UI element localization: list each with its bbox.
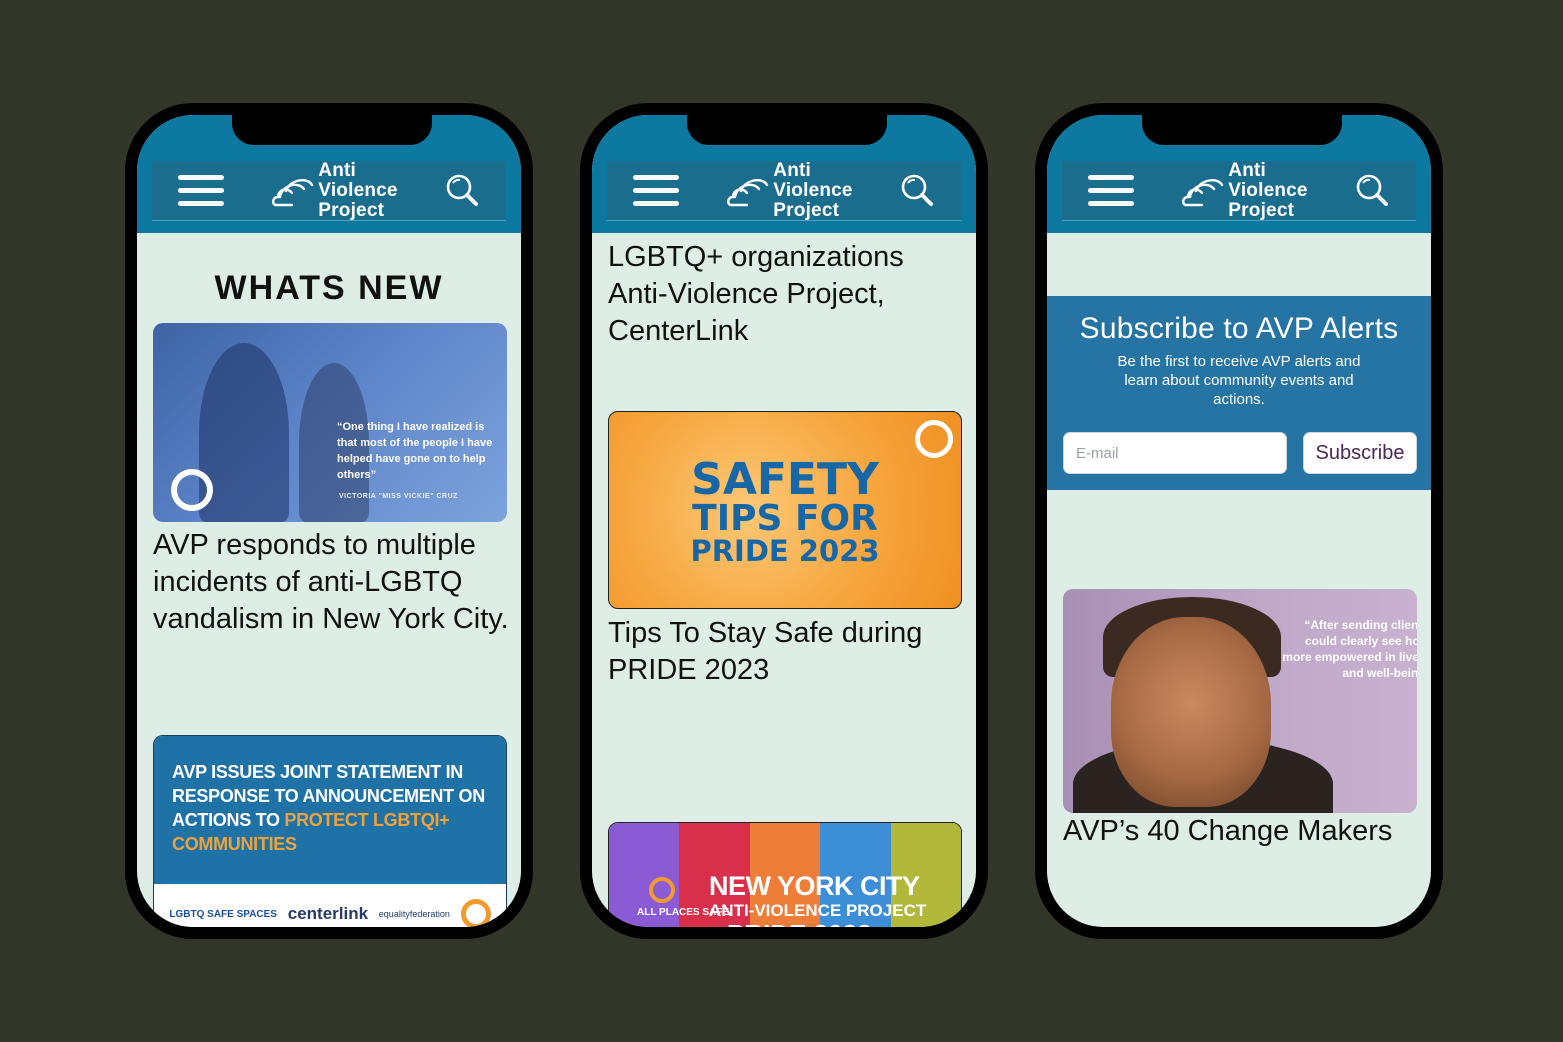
photo-face	[1111, 617, 1271, 807]
site-logo[interactable]: Anti Violence Project	[1180, 159, 1308, 221]
partner-logo-centerlink: centerlink	[287, 904, 369, 923]
email-input[interactable]	[1063, 432, 1287, 474]
phone-mockup-2: Anti Violence Project LGBTQ+ organizatio…	[580, 103, 988, 939]
rainbow-logo-icon	[272, 178, 314, 206]
logo-text-line2: Violence	[1228, 179, 1308, 201]
menu-icon[interactable]	[1088, 175, 1134, 206]
phone-screen: Anti Violence Project LGBTQ+ organizatio…	[592, 115, 976, 927]
rainbow-logo-icon	[727, 178, 769, 206]
search-icon[interactable]	[899, 173, 935, 209]
card-line2: TIPS FOR	[692, 498, 878, 539]
menu-icon[interactable]	[178, 175, 224, 206]
logo-text-line2: Violence	[318, 179, 398, 201]
news-card-image[interactable]: “One thing I have realized is that most …	[153, 323, 507, 522]
phone-mockup-3: Anti Violence Project Subscribe to AVP A…	[1035, 103, 1443, 939]
page-content: Subscribe to AVP Alerts Be the first to …	[1047, 233, 1431, 927]
phone-screen: Anti Violence Project WHATS NEW “One thi…	[137, 115, 521, 927]
menu-icon[interactable]	[633, 175, 679, 206]
news-card-image[interactable]: “After sending clients could clearly see…	[1063, 589, 1417, 813]
avp-badge-icon	[171, 469, 213, 511]
card-attribution: VICTORIA "MISS VICKIE" CRUZ	[339, 493, 458, 500]
phone-notch	[1142, 115, 1342, 145]
subscribe-button[interactable]: Subscribe	[1303, 432, 1417, 474]
partner-logo-lgbtq: LGBTQ SAFE SPACES	[169, 908, 277, 920]
logo-text-line3: Project	[318, 199, 385, 221]
search-icon[interactable]	[444, 173, 480, 209]
avp-badge-icon	[649, 877, 675, 903]
phone-notch	[687, 115, 887, 145]
logo-text-line1: Anti	[773, 159, 812, 181]
news-card-image[interactable]: ALL PLACES SAFE NEW YORK CITY ANTI-VIOLE…	[608, 822, 962, 927]
navbar: Anti Violence Project	[1062, 159, 1416, 221]
avp-badge-icon	[915, 420, 953, 458]
news-headline[interactable]: LGBTQ+ organizations Anti-Violence Proje…	[608, 239, 964, 350]
rainbow-logo-icon	[1182, 178, 1224, 206]
navbar: Anti Violence Project	[152, 159, 506, 221]
site-logo[interactable]: Anti Violence Project	[725, 159, 853, 221]
card-quote: “After sending clients could clearly see…	[1282, 618, 1417, 680]
card-line3: PRIDE 2023	[690, 534, 880, 568]
subscribe-description: Be the first to receive AVP alerts and l…	[1117, 353, 1361, 408]
partner-logo-equality: equalityfederation	[378, 909, 450, 919]
news-headline[interactable]: AVP’s 40 Change Makers	[1063, 813, 1419, 850]
news-headline[interactable]: Tips To Stay Safe during PRIDE 2023	[608, 615, 964, 689]
subscribe-panel: Subscribe to AVP Alerts Be the first to …	[1047, 296, 1431, 490]
page-content: WHATS NEW “One thing I have realized is …	[137, 233, 521, 927]
phone-screen: Anti Violence Project Subscribe to AVP A…	[1047, 115, 1431, 927]
card-line3: PRIDE 2023	[727, 919, 872, 927]
card-title: AVP ISSUES JOINT STATEMENT IN RESPONSE T…	[154, 736, 506, 884]
section-title: WHATS NEW	[214, 269, 444, 307]
subscribe-title: Subscribe to AVP Alerts	[1079, 312, 1399, 345]
site-logo[interactable]: Anti Violence Project	[270, 159, 398, 221]
partner-logos: LGBTQ SAFE SPACES centerlink equalityfed…	[154, 884, 506, 927]
logo-text-line3: Project	[773, 199, 840, 221]
card-quote: “One thing I have realized is that most …	[337, 421, 493, 481]
avp-badge-icon	[460, 899, 491, 927]
logo-text-line3: Project	[1228, 199, 1295, 221]
search-icon[interactable]	[1354, 173, 1390, 209]
phone-mockup-1: Anti Violence Project WHATS NEW “One thi…	[125, 103, 533, 939]
news-headline[interactable]: AVP responds to multiple incidents of an…	[153, 527, 509, 638]
navbar: Anti Violence Project	[607, 159, 961, 221]
news-card-image[interactable]: AVP ISSUES JOINT STATEMENT IN RESPONSE T…	[153, 735, 507, 927]
card-line1: NEW YORK CITY	[709, 871, 920, 901]
phone-notch	[232, 115, 432, 145]
photo-figure	[199, 343, 289, 522]
page-content: LGBTQ+ organizations Anti-Violence Proje…	[592, 233, 976, 927]
logo-text-line1: Anti	[318, 159, 357, 181]
news-card-image[interactable]: SAFETY TIPS FOR PRIDE 2023	[608, 411, 962, 609]
logo-text-line2: Violence	[773, 179, 853, 201]
logo-text-line1: Anti	[1228, 159, 1267, 181]
card-line2: ANTI-VIOLENCE PROJECT	[709, 901, 927, 920]
